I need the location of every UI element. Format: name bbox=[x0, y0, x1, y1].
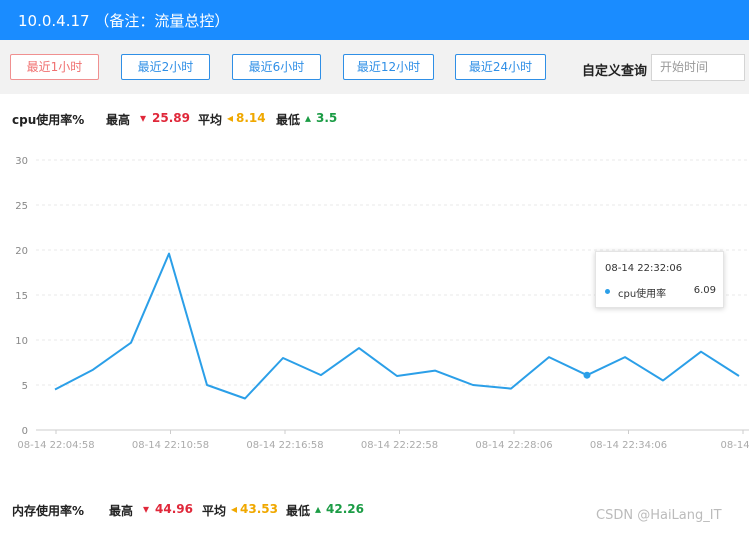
time-range-toolbar: 最近1小时 最近2小时 最近6小时 最近12小时 最近24小时 自定义查询 开始… bbox=[0, 40, 749, 94]
tooltip-series-name: cpu使用率 bbox=[618, 289, 667, 300]
mem-max-down-icon: ▾ bbox=[143, 502, 150, 516]
y-tick-label: 10 bbox=[15, 336, 28, 347]
mem-min-up-icon: ▴ bbox=[315, 502, 322, 516]
x-tick-label: 08-14 22:22:58 bbox=[361, 440, 438, 451]
page-title: 10.0.4.17 （备注：流量总控） bbox=[18, 12, 230, 30]
start-time-input[interactable]: 开始时间 bbox=[651, 54, 745, 81]
x-tick-label: 08-14 22:16:58 bbox=[246, 440, 323, 451]
y-tick-label: 0 bbox=[22, 426, 28, 437]
mem-min-value: 42.26 bbox=[326, 502, 364, 516]
x-tick-label: 08-14 22:04:58 bbox=[17, 440, 94, 451]
range-1h-button[interactable]: 最近1小时 bbox=[10, 54, 99, 80]
mem-avg-value: 43.53 bbox=[240, 502, 278, 516]
cpu-min-value: 3.5 bbox=[316, 111, 338, 125]
mem-avg-label: 平均 bbox=[202, 504, 227, 518]
range-12h-button[interactable]: 最近12小时 bbox=[343, 54, 434, 80]
cpu-avg-label: 平均 bbox=[198, 113, 223, 127]
custom-query-label: 自定义查询 bbox=[582, 64, 648, 79]
y-tick-label: 20 bbox=[15, 246, 28, 257]
cpu-stats-title: cpu使用率% bbox=[12, 113, 85, 127]
y-tick-label: 30 bbox=[15, 156, 28, 167]
x-tick-label: 08-14 22:10:58 bbox=[132, 440, 209, 451]
tooltip-value: 6.09 bbox=[693, 285, 716, 296]
mem-min-label: 最低 bbox=[286, 504, 311, 518]
cpu-max-down-icon: ▾ bbox=[140, 111, 147, 125]
tooltip-time: 08-14 22:32:06 bbox=[605, 263, 683, 274]
tooltip-series-dot-icon bbox=[605, 289, 610, 294]
x-tick-label: 08-14 22:34:06 bbox=[590, 440, 667, 451]
chart-tooltip: 08-14 22:32:06 cpu使用率 6.09 bbox=[595, 251, 724, 308]
range-24h-button[interactable]: 最近24小时 bbox=[455, 54, 546, 80]
watermark: CSDN @HaiLang_IT bbox=[596, 508, 722, 523]
cpu-min-up-icon: ▴ bbox=[305, 111, 312, 125]
y-tick-label: 15 bbox=[15, 291, 28, 302]
mem-max-label: 最高 bbox=[109, 504, 134, 518]
highlight-point bbox=[583, 371, 591, 379]
y-tick-label: 5 bbox=[22, 381, 28, 392]
x-tick-label: 08-14 22:28:06 bbox=[475, 440, 552, 451]
y-tick-label: 25 bbox=[15, 201, 28, 212]
cpu-min-label: 最低 bbox=[276, 113, 301, 127]
cpu-max-value: 25.89 bbox=[152, 111, 190, 125]
mem-stats-title: 内存使用率% bbox=[12, 504, 85, 518]
range-6h-button[interactable]: 最近6小时 bbox=[232, 54, 321, 80]
mem-avg-left-icon: ◂ bbox=[231, 502, 238, 516]
x-tick-label: 08-14 22 bbox=[721, 440, 749, 451]
page-header: 10.0.4.17 （备注：流量总控） bbox=[0, 0, 749, 40]
cpu-avg-value: 8.14 bbox=[236, 111, 266, 125]
mem-max-value: 44.96 bbox=[155, 502, 193, 516]
cpu-max-label: 最高 bbox=[106, 113, 131, 127]
range-2h-button[interactable]: 最近2小时 bbox=[121, 54, 210, 80]
cpu-avg-left-icon: ◂ bbox=[227, 111, 234, 125]
